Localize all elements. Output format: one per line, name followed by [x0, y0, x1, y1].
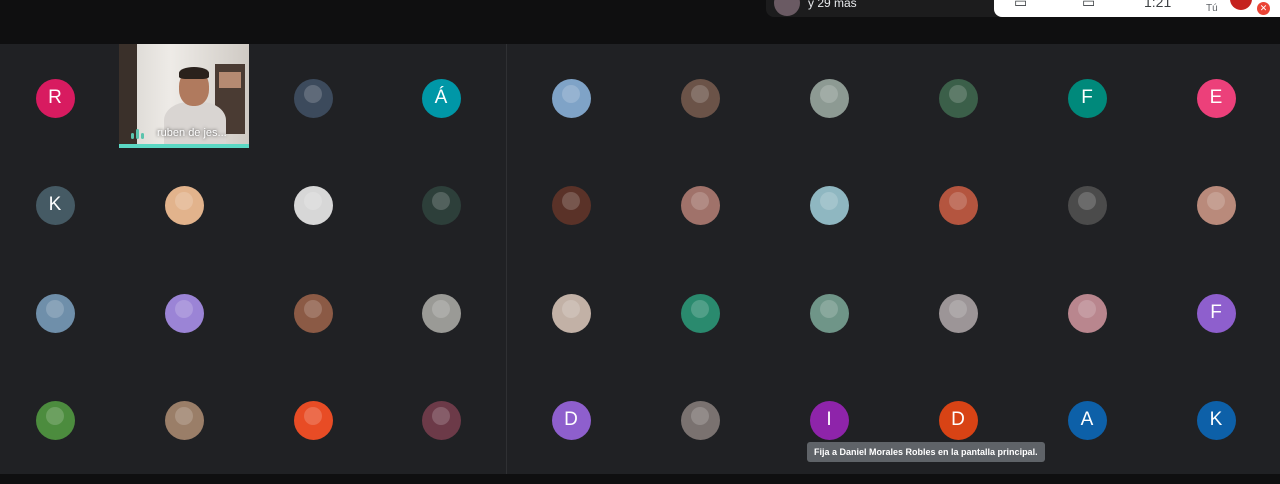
participant-photo-avatar[interactable] — [809, 293, 849, 333]
participant-tile[interactable]: I — [809, 400, 849, 440]
participant-initial: K — [1209, 409, 1223, 430]
participant-photo-avatar[interactable] — [680, 400, 720, 440]
participant-tile[interactable]: F — [1067, 78, 1107, 118]
participant-initial: R — [48, 87, 62, 108]
participant-initial: Á — [434, 87, 448, 108]
video-shelf-item — [219, 72, 241, 88]
controls-panel: ▭ ▭ 1:21 Tú ✕ — [994, 0, 1280, 17]
bottom-bar — [0, 474, 1280, 484]
present-icon[interactable]: ▭ — [1014, 0, 1027, 11]
chat-icon[interactable]: ▭ — [1082, 0, 1095, 11]
participant-photo-avatar[interactable] — [293, 78, 333, 118]
participant-photo-avatar[interactable] — [938, 293, 978, 333]
mic-off-icon: ✕ — [1257, 2, 1270, 15]
participant-tile[interactable]: A — [1067, 400, 1107, 440]
participant-initial: E — [1209, 87, 1223, 108]
participant-avatar — [774, 0, 800, 16]
participant-photo-avatar[interactable] — [551, 78, 591, 118]
participant-tile[interactable]: R — [35, 78, 75, 118]
participant-tile[interactable]: K — [1196, 400, 1236, 440]
participant-initial: K — [48, 194, 62, 215]
participant-photo-avatar[interactable] — [35, 400, 75, 440]
participant-tile[interactable]: D — [938, 400, 978, 440]
pin-tooltip: Fija a Daniel Morales Robles en la panta… — [807, 442, 1045, 462]
participant-initial: I — [826, 409, 832, 430]
participant-photo-avatar[interactable] — [680, 78, 720, 118]
participant-photo-avatar[interactable] — [809, 185, 849, 225]
active-speaker-video[interactable]: ruben de jes... — [119, 44, 249, 148]
participant-photo-avatar[interactable] — [164, 185, 204, 225]
participant-tile[interactable]: F — [1196, 293, 1236, 333]
grid-divider — [506, 44, 507, 474]
participant-initial: F — [1210, 302, 1222, 323]
participant-photo-avatar[interactable] — [680, 185, 720, 225]
participant-tile[interactable]: Á — [421, 78, 461, 118]
participant-photo-avatar[interactable] — [938, 78, 978, 118]
participant-photo-avatar[interactable] — [421, 293, 461, 333]
participant-photo-avatar[interactable] — [35, 293, 75, 333]
speaking-indicator — [119, 144, 249, 148]
self-avatar[interactable] — [1230, 0, 1252, 10]
participant-initial: D — [951, 409, 965, 430]
participant-photo-avatar[interactable] — [551, 185, 591, 225]
participant-photo-avatar[interactable] — [1067, 185, 1107, 225]
participant-photo-avatar[interactable] — [293, 293, 333, 333]
participant-photo-avatar[interactable] — [421, 185, 461, 225]
more-participants-label: y 29 más — [808, 0, 857, 10]
speaker-name-bar: ruben de jes... — [119, 124, 249, 144]
participant-initial: D — [564, 409, 578, 430]
participant-photo-avatar[interactable] — [421, 400, 461, 440]
participant-tile[interactable]: E — [1196, 78, 1236, 118]
meeting-clock: 1:21 — [1144, 0, 1172, 10]
participant-photo-avatar[interactable] — [164, 293, 204, 333]
participant-photo-avatar[interactable] — [680, 293, 720, 333]
participant-photo-avatar[interactable] — [293, 400, 333, 440]
participant-tile[interactable]: D — [551, 400, 591, 440]
participant-photo-avatar[interactable] — [551, 293, 591, 333]
participant-tile[interactable]: K — [35, 185, 75, 225]
top-bar: y 29 más ▭ ▭ 1:21 Tú ✕ — [0, 0, 1280, 44]
participant-photo-avatar[interactable] — [293, 185, 333, 225]
participant-photo-avatar[interactable] — [1196, 185, 1236, 225]
participant-initial: F — [1081, 87, 1093, 108]
participant-initial: A — [1080, 409, 1094, 430]
participant-photo-avatar[interactable] — [1067, 293, 1107, 333]
self-label: Tú — [1206, 3, 1218, 14]
speaker-name: ruben de jes... — [157, 127, 227, 139]
audio-level-icon — [131, 129, 145, 139]
participant-photo-avatar[interactable] — [938, 185, 978, 225]
participants-chip[interactable]: y 29 más — [766, 0, 1006, 17]
participant-photo-avatar[interactable] — [809, 78, 849, 118]
speaker-hair — [179, 67, 209, 79]
participant-photo-avatar[interactable] — [164, 400, 204, 440]
